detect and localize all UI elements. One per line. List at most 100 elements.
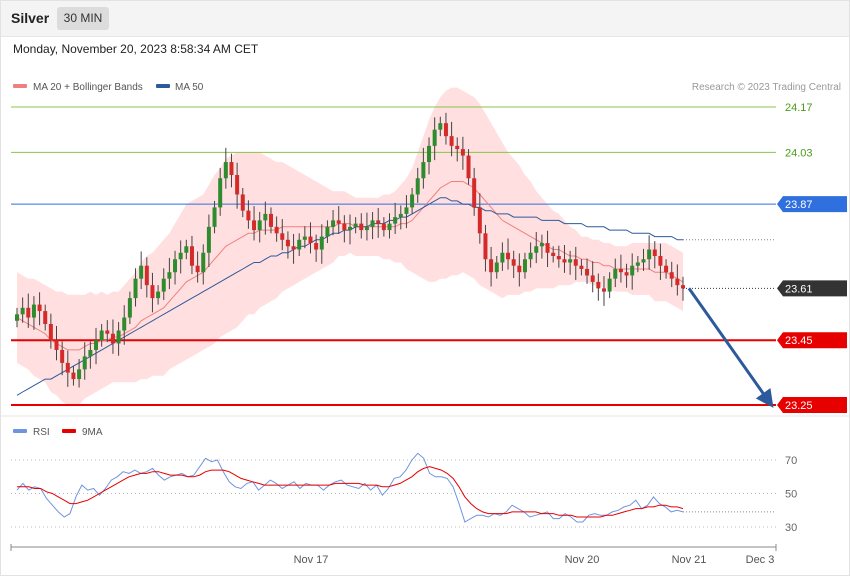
- candle-body: [161, 278, 166, 292]
- candle-body: [596, 281, 601, 289]
- candle-body: [105, 330, 110, 334]
- rsi-tick-label: 30: [785, 522, 797, 534]
- candle-body: [511, 259, 516, 266]
- candle-body: [551, 252, 556, 256]
- candle-body: [635, 262, 640, 266]
- candle-body: [150, 285, 155, 299]
- candle-body: [455, 145, 460, 150]
- candle-body: [71, 372, 76, 380]
- candle-body: [156, 291, 161, 299]
- x-tick-label: Nov 17: [294, 554, 329, 566]
- candle-body: [534, 246, 539, 253]
- candle-body: [675, 278, 680, 286]
- candle-body: [178, 252, 183, 260]
- candle-body: [427, 145, 432, 163]
- price-level-label: 23.87: [785, 199, 813, 211]
- candle-body: [252, 220, 257, 231]
- price-level-label: 24.17: [785, 102, 813, 114]
- candle-body: [65, 362, 70, 373]
- candle-body: [263, 213, 268, 221]
- rsi-tick-label: 70: [785, 455, 797, 467]
- candle-body: [432, 129, 437, 146]
- rsi-panel: 70 50 30: [11, 452, 797, 534]
- candle-body: [314, 243, 319, 250]
- candle-body: [387, 223, 392, 231]
- candle-body: [167, 272, 172, 279]
- candle-body: [82, 356, 87, 370]
- candle-body: [421, 162, 426, 179]
- rsi-tick-label: 50: [785, 489, 797, 501]
- candle-body: [545, 243, 550, 253]
- copyright-label: Research © 2023 Trading Central: [692, 82, 841, 93]
- candle-body: [218, 178, 223, 208]
- rsi-ma-legend-swatch: [62, 429, 76, 433]
- candle-body: [139, 265, 144, 279]
- ma50-legend-label: MA 50: [175, 82, 204, 93]
- candle-body: [26, 307, 31, 318]
- candle-body: [562, 259, 567, 263]
- x-tick-label: Dec 3: [746, 554, 775, 566]
- candle-body: [630, 265, 635, 276]
- price-level-labels: 24.17 24.03 23.87 23.61 23.45 23.25: [777, 102, 847, 413]
- price-legend: MA 20 + Bollinger Bands MA 50: [13, 82, 204, 93]
- candle-body: [370, 220, 375, 227]
- candle-body: [336, 220, 341, 224]
- candle-body: [443, 123, 448, 137]
- candle-body: [590, 275, 595, 282]
- candle-body: [539, 243, 544, 247]
- rsi-line: [16, 452, 684, 523]
- candle-body: [60, 349, 65, 363]
- candle-body: [601, 288, 606, 292]
- candle-body: [528, 252, 533, 260]
- candle-body: [579, 265, 584, 269]
- candle-body: [348, 226, 352, 231]
- candle-body: [94, 340, 99, 350]
- candle-body: [319, 236, 324, 250]
- candle-body: [229, 162, 234, 176]
- x-axis: Nov 17 Nov 20 Nov 21 Dec 3: [10, 544, 777, 566]
- candle-body: [144, 265, 149, 286]
- candle-body: [415, 178, 420, 195]
- candle-body: [20, 307, 25, 315]
- candle-body: [483, 233, 488, 260]
- candle-body: [647, 249, 652, 260]
- candle-body: [110, 333, 115, 344]
- candle-body: [122, 317, 127, 331]
- candle-body: [472, 178, 477, 208]
- candle-body: [522, 259, 527, 273]
- candle-body: [223, 162, 228, 179]
- candle-body: [641, 259, 646, 263]
- candle-body: [54, 340, 59, 350]
- candle-body: [342, 223, 347, 231]
- candle-body: [246, 210, 251, 221]
- candle-body: [364, 226, 369, 231]
- candle-body: [274, 226, 279, 234]
- candle-body: [302, 236, 307, 240]
- candle-body: [398, 213, 403, 218]
- candle-body: [652, 249, 657, 256]
- ma50-legend-swatch: [156, 84, 170, 88]
- candle-body: [235, 175, 240, 195]
- candle-body: [195, 265, 200, 273]
- candle-body: [658, 256, 663, 266]
- rsi-ma-line: [17, 466, 684, 518]
- candle-body: [116, 330, 121, 344]
- candle-body: [325, 226, 330, 237]
- candle-body: [500, 252, 505, 263]
- price-level-label: 23.61: [785, 283, 813, 295]
- candle-body: [308, 236, 313, 244]
- candle-body: [268, 213, 273, 227]
- candle-body: [43, 311, 48, 325]
- candle-body: [681, 285, 685, 289]
- ma20-legend-label: MA 20 + Bollinger Bands: [33, 82, 143, 93]
- candle-body: [664, 265, 669, 273]
- candle-body: [189, 246, 194, 266]
- candle-body: [669, 272, 674, 279]
- bollinger-band: [17, 87, 683, 405]
- candle-body: [359, 223, 364, 231]
- candle-body: [285, 239, 290, 247]
- candle-body: [280, 233, 285, 240]
- chart-canvas[interactable]: MA 20 + Bollinger Bands MA 50 Research ©…: [0, 0, 850, 576]
- rsi-ma-legend-label: 9MA: [82, 427, 103, 438]
- forecast-arrow: [687, 287, 774, 408]
